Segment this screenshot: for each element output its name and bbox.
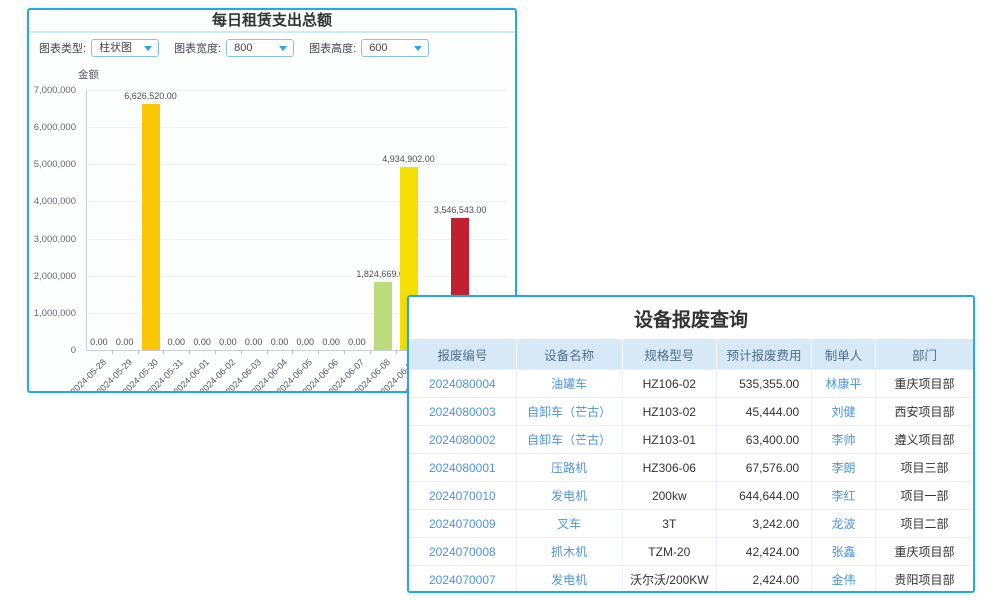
cell-scrap-id[interactable]: 2024080004 [409, 370, 516, 398]
cell-creator[interactable]: 龙波 [812, 510, 876, 538]
cell-estimated-cost: 67,576.00 [716, 454, 811, 482]
cell-spec-model: HZ103-01 [622, 426, 716, 454]
table-row: 2024070008抓木机TZM-2042,424.00张鑫重庆项目部 [409, 538, 973, 566]
cell-spec-model: 200kw [622, 482, 716, 510]
y-axis-tick-label: 7,000,000 [29, 85, 76, 96]
bar-value-label: 6,626,520.00 [106, 91, 196, 101]
col-header-creator: 制单人 [812, 339, 876, 370]
cell-spec-model: 沃尔沃/200KW [622, 566, 716, 594]
cell-estimated-cost: 42,424.00 [716, 538, 811, 566]
cell-spec-model: HZ103-02 [622, 398, 716, 426]
cell-equipment-name[interactable]: 压路机 [516, 454, 622, 482]
cell-estimated-cost: 535,355.00 [716, 370, 811, 398]
bar-value-label: 4,934,902.00 [364, 154, 454, 164]
y-axis-tick-label: 1,000,000 [29, 308, 76, 319]
desktop: 每日租赁支出总额 图表类型:柱状图图表宽度:800图表高度:600 金额 01,… [0, 0, 1000, 600]
cell-creator[interactable]: 张鑫 [812, 538, 876, 566]
y-axis-line [86, 90, 87, 350]
cell-creator[interactable]: 林康平 [812, 370, 876, 398]
cell-equipment-name[interactable]: 叉车 [516, 510, 622, 538]
cell-scrap-id[interactable]: 2024080002 [409, 426, 516, 454]
cell-creator[interactable]: 刘健 [812, 398, 876, 426]
col-header-department: 部门 [875, 339, 973, 370]
cell-department: 重庆项目部 [875, 370, 973, 398]
x-axis-tick [241, 350, 242, 354]
cell-creator[interactable]: 李红 [812, 482, 876, 510]
chart-bar[interactable] [374, 282, 392, 350]
y-axis-tick-label: 6,000,000 [29, 122, 76, 133]
table-row: 2024080004油罐车HZ106-02535,355.00林康平重庆项目部 [409, 370, 973, 398]
x-axis-tick [318, 350, 319, 354]
col-header-estimated-cost: 预计报废费用 [716, 339, 811, 370]
cell-estimated-cost: 644,644.00 [716, 482, 811, 510]
x-axis-tick [163, 350, 164, 354]
x-axis-tick [396, 350, 397, 354]
x-axis-tick [344, 350, 345, 354]
cell-scrap-id[interactable]: 2024070009 [409, 510, 516, 538]
cell-department: 项目一部 [875, 482, 973, 510]
y-axis-tick-label: 5,000,000 [29, 159, 76, 170]
x-axis-tick [292, 350, 293, 354]
x-axis-tick [370, 350, 371, 354]
x-axis-tick [189, 350, 190, 354]
y-axis-name: 金额 [78, 67, 99, 82]
equipment-scrap-query-panel: 设备报废查询 报废编号设备名称规格型号预计报废费用制单人部门 202408000… [407, 295, 975, 593]
table-row: 2024070010发电机200kw644,644.00李红项目一部 [409, 482, 973, 510]
col-header-scrap-id: 报废编号 [409, 339, 516, 370]
table-row: 2024080003自卸车（芒古）HZ103-0245,444.00刘健西安项目… [409, 398, 973, 426]
cell-equipment-name[interactable]: 自卸车（芒古） [516, 426, 622, 454]
cell-equipment-name[interactable]: 发电机 [516, 482, 622, 510]
cell-estimated-cost: 63,400.00 [716, 426, 811, 454]
cell-creator[interactable]: 金伟 [812, 566, 876, 594]
cell-creator[interactable]: 李朗 [812, 454, 876, 482]
bar-value-label: 3,546,543.00 [415, 205, 505, 215]
cell-department: 项目二部 [875, 510, 973, 538]
cell-department: 西安项目部 [875, 398, 973, 426]
cell-spec-model: TZM-20 [622, 538, 716, 566]
cell-department: 重庆项目部 [875, 538, 973, 566]
x-axis-tick [215, 350, 216, 354]
cell-scrap-id[interactable]: 2024080003 [409, 398, 516, 426]
table-row: 2024080002自卸车（芒古）HZ103-0163,400.00李帅遵义项目… [409, 426, 973, 454]
chart-bar[interactable] [142, 104, 160, 350]
table-panel-title: 设备报废查询 [409, 297, 973, 339]
cell-equipment-name[interactable]: 发电机 [516, 566, 622, 594]
cell-scrap-id[interactable]: 2024070010 [409, 482, 516, 510]
table-row: 2024080001压路机HZ306-0667,576.00李朗项目三部 [409, 454, 973, 482]
cell-scrap-id[interactable]: 2024070007 [409, 566, 516, 594]
table-row: 2024070009叉车3T3,242.00龙波项目二部 [409, 510, 973, 538]
x-axis-tick [112, 350, 113, 354]
cell-department: 项目三部 [875, 454, 973, 482]
cell-department: 遵义项目部 [875, 426, 973, 454]
cell-estimated-cost: 3,242.00 [716, 510, 811, 538]
cell-scrap-id[interactable]: 2024070008 [409, 538, 516, 566]
col-header-spec-model: 规格型号 [622, 339, 716, 370]
cell-spec-model: 3T [622, 510, 716, 538]
cell-estimated-cost: 2,424.00 [716, 566, 811, 594]
x-axis-tick [138, 350, 139, 354]
cell-estimated-cost: 45,444.00 [716, 398, 811, 426]
cell-spec-model: HZ106-02 [622, 370, 716, 398]
cell-spec-model: HZ306-06 [622, 454, 716, 482]
scrap-table: 报废编号设备名称规格型号预计报废费用制单人部门 2024080004油罐车HZ1… [409, 339, 973, 593]
y-axis-tick-label: 2,000,000 [29, 271, 76, 282]
cell-equipment-name[interactable]: 抓木机 [516, 538, 622, 566]
cell-department: 贵阳项目部 [875, 566, 973, 594]
cell-creator[interactable]: 李帅 [812, 426, 876, 454]
col-header-equipment-name: 设备名称 [516, 339, 622, 370]
x-axis-tick [267, 350, 268, 354]
cell-equipment-name[interactable]: 油罐车 [516, 370, 622, 398]
table-header-row: 报废编号设备名称规格型号预计报废费用制单人部门 [409, 339, 973, 370]
y-axis-tick-label: 4,000,000 [29, 196, 76, 207]
y-axis-tick-label: 3,000,000 [29, 234, 76, 245]
cell-equipment-name[interactable]: 自卸车（芒古） [516, 398, 622, 426]
table-row: 2024070007发电机沃尔沃/200KW2,424.00金伟贵阳项目部 [409, 566, 973, 594]
cell-scrap-id[interactable]: 2024080001 [409, 454, 516, 482]
